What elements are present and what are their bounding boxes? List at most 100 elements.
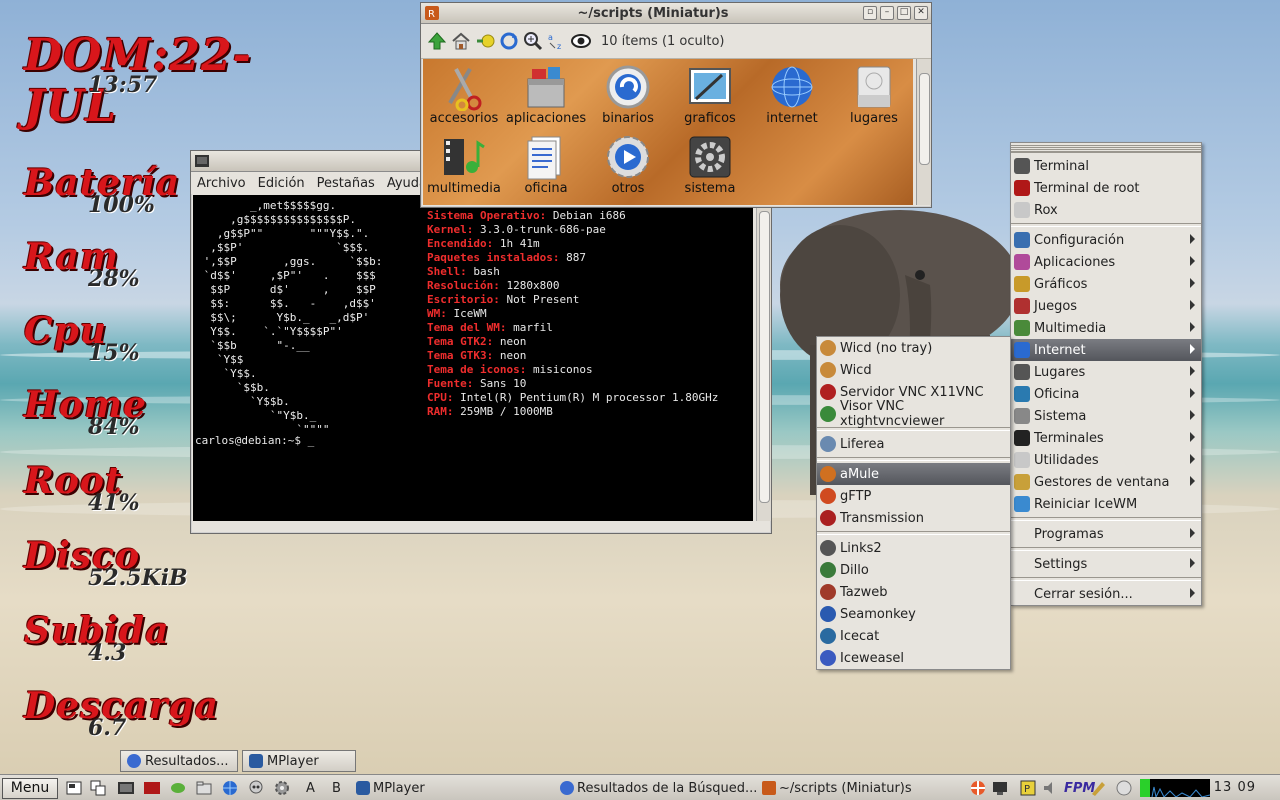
menu-edicion[interactable]: Edición (258, 176, 305, 191)
bookmarks-icon[interactable] (475, 31, 495, 51)
zoom-icon[interactable] (523, 31, 543, 51)
main-menu-item-18[interactable]: Cerrar sesión... (1011, 583, 1201, 605)
menu-tear-handle[interactable] (1011, 145, 1201, 153)
rox-titlebar[interactable]: R ~/scripts (Miniatur)s ▫ – □ ✕ (421, 3, 931, 24)
internet-menu-item-12[interactable]: Icecat (817, 625, 1010, 647)
main-menu-item-12[interactable]: Terminales (1011, 427, 1201, 449)
internet-menu-item-0[interactable]: Wicd (no tray) (817, 337, 1010, 359)
file-view[interactable]: accesorios aplicaciones binarios graficos in… (423, 59, 913, 205)
maximize-button[interactable]: □ (897, 6, 911, 20)
start-menu-button[interactable]: Menu (2, 778, 58, 799)
minimize-button[interactable]: – (880, 6, 894, 20)
home-icon[interactable] (451, 31, 471, 51)
conky-time: 13:57 (88, 72, 158, 98)
internet-menu-item-8[interactable]: Links2 (817, 537, 1010, 559)
pinwheel-tray-icon[interactable] (970, 780, 986, 796)
rox-app-icon[interactable]: R (425, 6, 439, 20)
rox-window[interactable]: R ~/scripts (Miniatur)s ▫ – □ ✕ az 10 ít… (420, 2, 932, 208)
file-binarios[interactable]: binarios (587, 61, 669, 126)
shell-prompt[interactable]: carlos@debian:~$ _ (195, 434, 314, 447)
file-sistema[interactable]: sistema (669, 131, 751, 196)
network-tray-icon[interactable] (1116, 780, 1132, 796)
debian-ascii-art: _,met$$$$$gg. ,g$$$$$$$$$$$$$$$P. ,g$$P"… (197, 199, 383, 437)
main-menu-item-8[interactable]: Internet (1011, 339, 1201, 361)
task-mplayer[interactable]: MPlayer (356, 779, 556, 797)
file-lugares[interactable]: lugares (833, 61, 913, 126)
main-menu-item-1[interactable]: Terminal de root (1011, 177, 1201, 199)
menu-archivo[interactable]: Archivo (197, 176, 246, 191)
up-arrow-icon[interactable] (427, 31, 447, 51)
sort-az-icon[interactable]: az (547, 31, 567, 51)
chevron-right-icon (1190, 366, 1195, 376)
internet-menu-item-1[interactable]: Wicd (817, 359, 1010, 381)
terminal-launch-icon[interactable] (118, 780, 134, 796)
file-accesorios[interactable]: accesorios (423, 61, 505, 126)
file-multimedia[interactable]: multimedia (423, 131, 505, 196)
file-otros[interactable]: otros (587, 131, 669, 196)
pencil-tray-icon[interactable] (1090, 780, 1106, 796)
show-desktop-icon[interactable] (66, 780, 82, 796)
internet-menu-item-13[interactable]: Iceweasel (817, 647, 1010, 669)
main-menu-item-15[interactable]: Reiniciar IceWM (1011, 493, 1201, 515)
file-aplicaciones[interactable]: aplicaciones (505, 61, 587, 126)
terminal-output[interactable]: _,met$$$$$gg. ,g$$$$$$$$$$$$$$$P. ,g$$P"… (193, 195, 753, 521)
rollup-button[interactable]: ▫ (863, 6, 877, 20)
menu-item-label: Dillo (840, 562, 869, 578)
skull-icon[interactable] (248, 780, 264, 796)
main-menu-item-16[interactable]: Programas (1011, 523, 1201, 545)
menu-item-label: Configuración (1034, 232, 1125, 248)
internet-menu-item-6[interactable]: gFTP (817, 485, 1010, 507)
terminal-scrollbar[interactable] (756, 195, 771, 521)
internet-menu-item-5[interactable]: aMule (817, 463, 1010, 485)
main-menu-item-7[interactable]: Multimedia (1011, 317, 1201, 339)
file-graficos[interactable]: graficos (669, 61, 751, 126)
file-manager-icon[interactable] (196, 780, 212, 796)
main-menu-item-3[interactable]: Configuración (1011, 229, 1201, 251)
mini-task-mplayer[interactable]: MPlayer (242, 750, 356, 772)
leaf-icon[interactable] (170, 780, 186, 796)
menu-item-label: Icecat (840, 628, 880, 644)
internet-menu-item-7[interactable]: Transmission (817, 507, 1010, 529)
internet-menu-item-10[interactable]: Tazweb (817, 581, 1010, 603)
main-menu-item-5[interactable]: Gráficos (1011, 273, 1201, 295)
refresh-icon[interactable] (499, 31, 519, 51)
main-menu-item-6[interactable]: Juegos (1011, 295, 1201, 317)
gear-icon[interactable] (274, 780, 290, 796)
terminal-app-icon[interactable] (195, 154, 209, 168)
main-menu-item-4[interactable]: Aplicaciones (1011, 251, 1201, 273)
parking-tray-icon[interactable]: P (1020, 780, 1036, 796)
menu-item-icon (1014, 254, 1030, 270)
file-internet[interactable]: internet (751, 61, 833, 126)
workspace-a[interactable]: A (306, 779, 315, 797)
app-icon (820, 362, 836, 378)
monitor-tray-icon[interactable] (992, 780, 1008, 796)
workspace-b[interactable]: B (332, 779, 341, 797)
main-menu-item-13[interactable]: Utilidades (1011, 449, 1201, 471)
file-oficina[interactable]: oficina (505, 131, 587, 196)
main-menu-item-10[interactable]: Oficina (1011, 383, 1201, 405)
internet-menu-item-9[interactable]: Dillo (817, 559, 1010, 581)
window-list-icon[interactable] (90, 780, 106, 796)
menu-item-icon (1014, 202, 1030, 218)
browser-globe-icon[interactable] (222, 780, 238, 796)
internet-menu-item-3[interactable]: Visor VNC xtightvncviewer (817, 399, 1010, 429)
volume-icon[interactable] (1042, 780, 1058, 796)
main-menu-item-11[interactable]: Sistema (1011, 405, 1201, 427)
eye-icon[interactable] (571, 31, 591, 51)
mini-task-resultados[interactable]: Resultados... (120, 750, 238, 772)
main-menu-item-2[interactable]: Rox (1011, 199, 1201, 221)
main-menu-item-17[interactable]: Settings (1011, 553, 1201, 575)
internet-menu-item-4[interactable]: Liferea (817, 433, 1010, 455)
close-button[interactable]: ✕ (914, 6, 928, 20)
menu-pestanas[interactable]: Pestañas (317, 176, 375, 191)
rox-scrollbar[interactable] (916, 59, 931, 205)
menu-item-label: Internet (1034, 342, 1086, 358)
main-menu-item-0[interactable]: Terminal (1011, 155, 1201, 177)
main-menu-item-14[interactable]: Gestores de ventana (1011, 471, 1201, 493)
task-rox[interactable]: ~/scripts (Miniatur)s (762, 779, 962, 797)
internet-menu-item-11[interactable]: Seamonkey (817, 603, 1010, 625)
menu-item-label: Oficina (1034, 386, 1080, 402)
task-resultados[interactable]: Resultados de la Búsqued... (560, 779, 760, 797)
root-terminal-icon[interactable] (144, 780, 160, 796)
main-menu-item-9[interactable]: Lugares (1011, 361, 1201, 383)
